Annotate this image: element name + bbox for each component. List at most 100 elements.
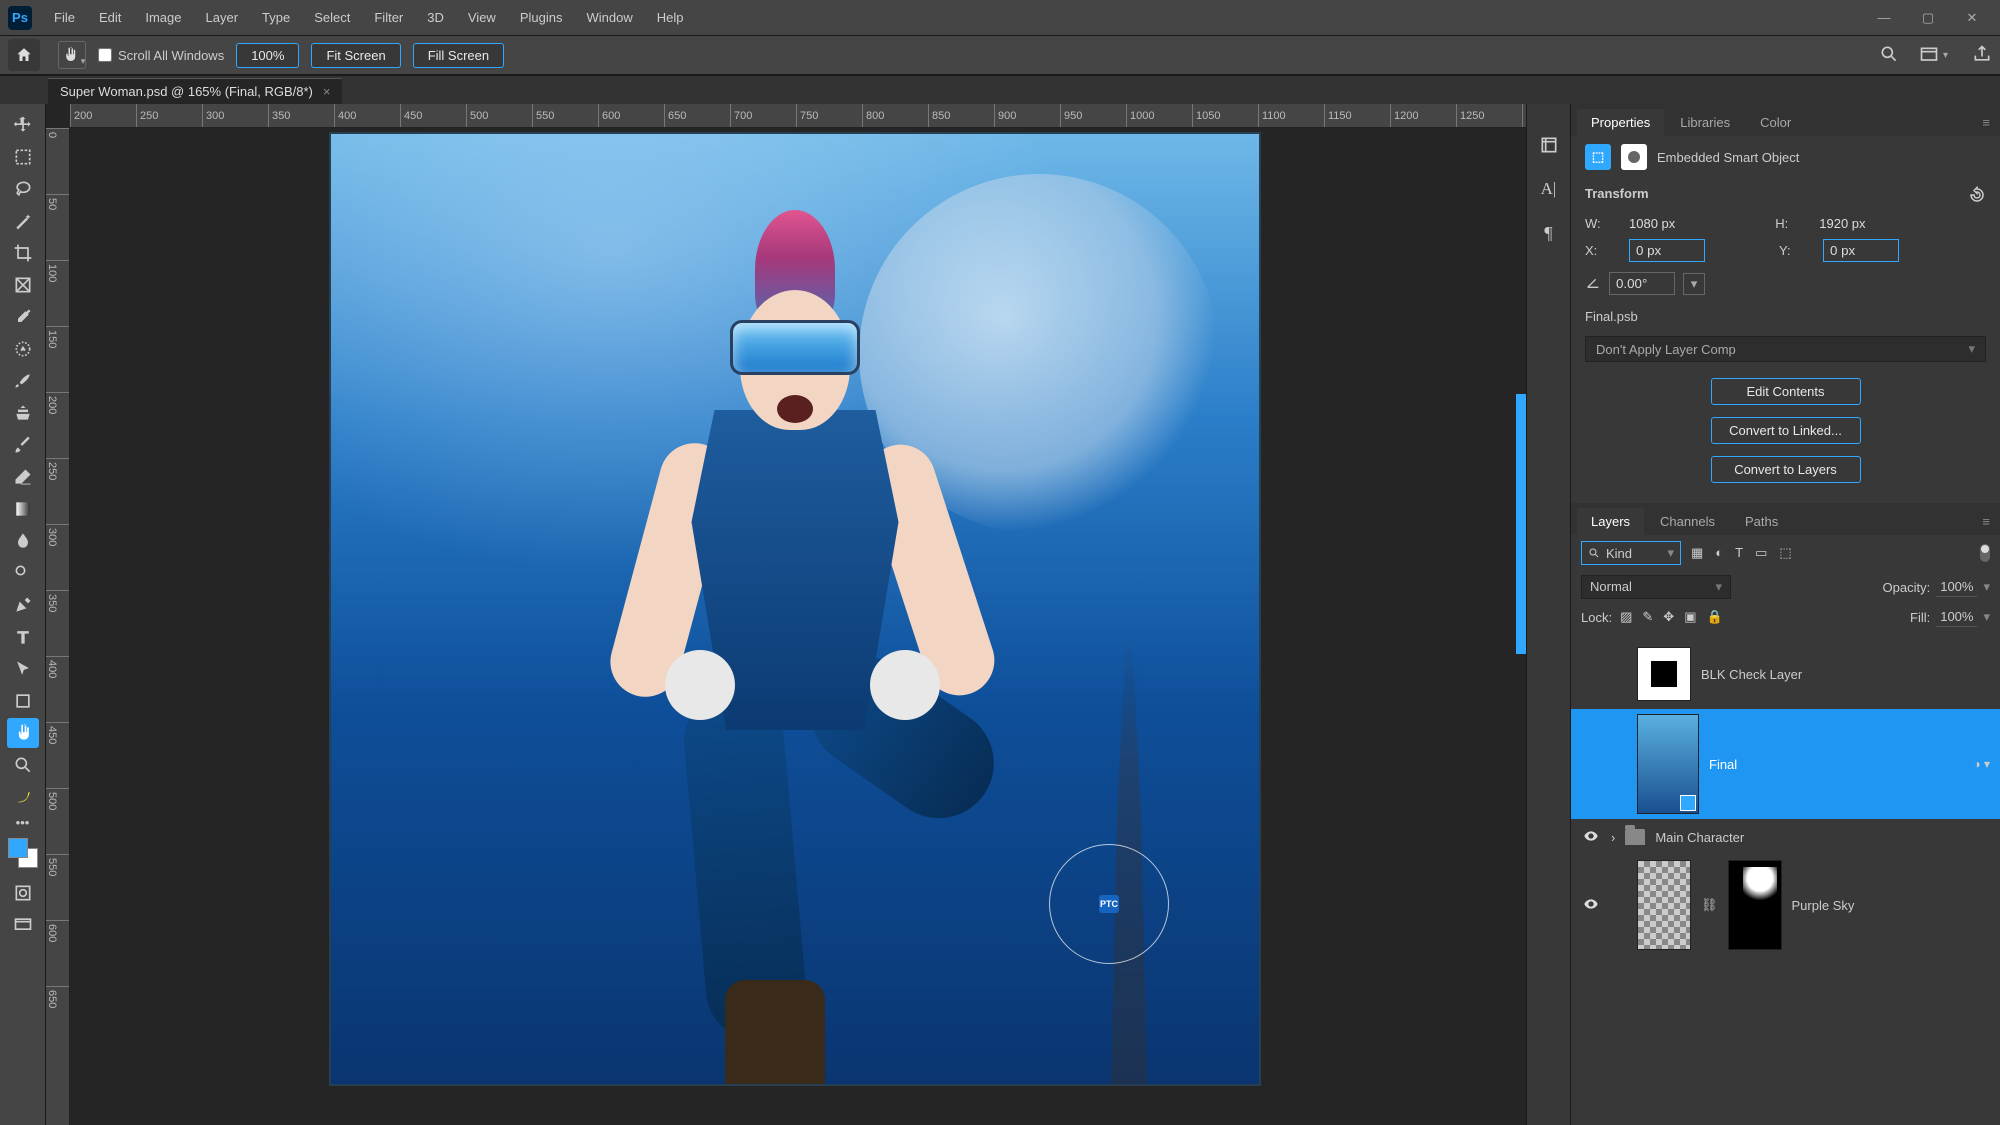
home-button[interactable] <box>8 39 40 71</box>
mask-thumbnail[interactable] <box>1728 860 1782 950</box>
layer-row-purple-sky[interactable]: ⛓ Purple Sky <box>1571 855 2000 955</box>
layer-thumbnail[interactable] <box>1637 714 1699 814</box>
scroll-all-windows-checkbox[interactable]: Scroll All Windows <box>98 48 224 63</box>
opacity-value[interactable]: 100% <box>1936 577 1977 597</box>
vertical-scrollbar[interactable] <box>1516 394 1526 654</box>
marquee-tool-icon[interactable] <box>7 142 39 172</box>
mask-link-icon[interactable]: ⛓ <box>1701 897 1718 913</box>
type-tool-icon[interactable] <box>7 622 39 652</box>
document-canvas[interactable]: PTC <box>331 134 1259 1084</box>
foreground-color-swatch[interactable] <box>8 838 28 858</box>
move-tool-icon[interactable] <box>7 110 39 140</box>
fill-screen-button[interactable]: Fill Screen <box>413 43 504 68</box>
character-panel-icon[interactable]: A| <box>1536 176 1562 202</box>
window-restore-icon[interactable]: ▢ <box>1908 4 1948 32</box>
layer-comp-dropdown[interactable]: Don't Apply Layer Comp▾ <box>1585 336 1986 362</box>
paragraph-panel-icon[interactable]: ¶ <box>1536 220 1562 246</box>
crop-tool-icon[interactable] <box>7 238 39 268</box>
tab-channels[interactable]: Channels <box>1646 508 1729 535</box>
menu-view[interactable]: View <box>458 4 506 31</box>
tab-properties[interactable]: Properties <box>1577 109 1664 136</box>
tab-libraries[interactable]: Libraries <box>1666 109 1744 136</box>
x-input[interactable] <box>1629 239 1705 262</box>
menu-type[interactable]: Type <box>252 4 300 31</box>
tab-paths[interactable]: Paths <box>1731 508 1792 535</box>
filter-toggle-icon[interactable] <box>1980 544 1990 562</box>
document-tab[interactable]: Super Woman.psd @ 165% (Final, RGB/8*) × <box>48 78 342 104</box>
hand-tool-icon[interactable]: ▾ <box>58 41 86 69</box>
history-brush-tool-icon[interactable] <box>7 430 39 460</box>
menu-3d[interactable]: 3D <box>417 4 454 31</box>
gradient-tool-icon[interactable] <box>7 494 39 524</box>
share-icon[interactable] <box>1972 44 1992 67</box>
frame-tool-icon[interactable] <box>7 270 39 300</box>
convert-to-layers-button[interactable]: Convert to Layers <box>1711 456 1861 483</box>
layer-name[interactable]: Final <box>1709 757 1963 772</box>
filter-pixel-icon[interactable]: ▦ <box>1691 545 1703 561</box>
lock-pixels-icon[interactable]: ✎ <box>1642 609 1653 625</box>
healing-brush-tool-icon[interactable] <box>7 334 39 364</box>
zoom-100-button[interactable]: 100% <box>236 43 299 68</box>
filter-type-icon[interactable]: T <box>1735 545 1743 561</box>
convert-to-linked-button[interactable]: Convert to Linked... <box>1711 417 1861 444</box>
visibility-toggle-icon[interactable] <box>1581 896 1601 915</box>
height-value[interactable]: 1920 px <box>1819 216 1865 231</box>
lock-transparency-icon[interactable]: ▨ <box>1620 609 1632 625</box>
shape-tool-icon[interactable] <box>7 686 39 716</box>
menu-image[interactable]: Image <box>135 4 191 31</box>
layers-panel-menu-icon[interactable]: ≡ <box>1972 508 2000 535</box>
menu-help[interactable]: Help <box>647 4 694 31</box>
layer-filter-dropdown[interactable]: Kind ▾ <box>1581 541 1681 565</box>
layer-row-final[interactable]: Final ◑ ▾ <box>1571 709 2000 819</box>
filter-shape-icon[interactable]: ▭ <box>1755 545 1767 561</box>
lock-all-icon[interactable]: 🔒 <box>1706 609 1722 625</box>
lock-artboard-icon[interactable]: ▣ <box>1684 609 1696 625</box>
layer-name[interactable]: Main Character <box>1655 830 1990 845</box>
layer-thumbnail[interactable] <box>1637 647 1691 701</box>
width-value[interactable]: 1080 px <box>1629 216 1675 231</box>
fill-value[interactable]: 100% <box>1936 607 1977 627</box>
layer-row-blk-check[interactable]: BLK Check Layer <box>1571 639 2000 709</box>
menu-edit[interactable]: Edit <box>89 4 131 31</box>
angle-input[interactable] <box>1609 272 1675 295</box>
window-close-icon[interactable]: ✕ <box>1952 4 1992 32</box>
filter-smartobject-icon[interactable]: ⬚ <box>1779 545 1791 561</box>
workspace-switcher-icon[interactable]: ▾ <box>1919 45 1948 65</box>
zoom-tool-icon[interactable] <box>7 750 39 780</box>
hand-tool-icon[interactable] <box>7 718 39 748</box>
angle-dropdown-icon[interactable]: ▾ <box>1683 273 1705 295</box>
magic-wand-tool-icon[interactable] <box>7 206 39 236</box>
blend-mode-dropdown[interactable]: Normal▾ <box>1581 575 1731 599</box>
menu-filter[interactable]: Filter <box>364 4 413 31</box>
edit-toolbar-icon[interactable]: ••• <box>7 814 39 830</box>
blur-tool-icon[interactable] <box>7 526 39 556</box>
edit-contents-button[interactable]: Edit Contents <box>1711 378 1861 405</box>
eraser-tool-icon[interactable] <box>7 462 39 492</box>
history-panel-icon[interactable] <box>1536 132 1562 158</box>
window-minimize-icon[interactable]: — <box>1864 4 1904 32</box>
screen-mode-icon[interactable] <box>7 910 39 940</box>
menu-layer[interactable]: Layer <box>196 4 249 31</box>
app-logo[interactable]: Ps <box>8 6 32 30</box>
tab-color[interactable]: Color <box>1746 109 1805 136</box>
dodge-tool-icon[interactable] <box>7 558 39 588</box>
group-expand-icon[interactable]: › <box>1611 830 1615 845</box>
canvas-area[interactable]: ≪ 20025030035040045050055060065070075080… <box>46 104 1526 1125</box>
close-tab-icon[interactable]: × <box>323 84 331 99</box>
menu-window[interactable]: Window <box>576 4 642 31</box>
quick-mask-icon[interactable] <box>7 878 39 908</box>
y-input[interactable] <box>1823 239 1899 262</box>
path-selection-tool-icon[interactable] <box>7 654 39 684</box>
color-swatches[interactable] <box>8 838 38 868</box>
visibility-toggle-icon[interactable] <box>1581 828 1601 847</box>
lock-position-icon[interactable]: ✥ <box>1663 609 1674 625</box>
filter-adjustment-icon[interactable]: ◐ <box>1715 545 1723 561</box>
reset-transform-icon[interactable] <box>1968 186 1986 204</box>
brush-tool-icon[interactable] <box>7 366 39 396</box>
layer-thumbnail[interactable] <box>1637 860 1691 950</box>
tab-layers[interactable]: Layers <box>1577 508 1644 535</box>
search-icon[interactable] <box>1879 44 1899 67</box>
clone-stamp-tool-icon[interactable] <box>7 398 39 428</box>
layer-row-main-character[interactable]: › Main Character <box>1571 819 2000 855</box>
eyedropper-tool-icon[interactable] <box>7 302 39 332</box>
